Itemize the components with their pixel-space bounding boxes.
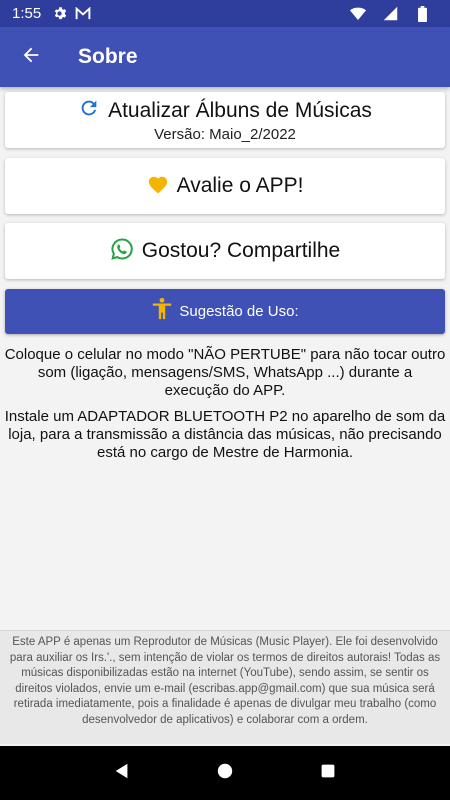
tip-do-not-disturb: Coloque o celular no modo "NÃO PERTUBE" …	[4, 346, 446, 399]
nav-recents-button[interactable]	[308, 753, 348, 793]
disclaimer-text: Este APP é apenas um Reprodutor de Músic…	[0, 630, 450, 744]
share-app-label: Gostou? Compartilhe	[141, 239, 341, 262]
signal-icon	[382, 6, 398, 22]
arrow-back-icon	[20, 44, 42, 71]
back-nav-icon	[113, 762, 131, 785]
accessibility-icon	[151, 297, 173, 326]
usage-suggestion-button[interactable]: Sugestão de Uso:	[5, 289, 445, 334]
wifi-icon	[350, 6, 366, 22]
rate-app-label: Avalie o APP!	[176, 174, 304, 197]
tip-bluetooth-adapter: Instale um ADAPTADOR BLUETOOTH P2 no apa…	[4, 408, 446, 461]
app-bar: Sobre	[0, 27, 450, 87]
battery-icon	[414, 5, 430, 22]
version-text: Versão: Maio_2/2022	[154, 126, 296, 143]
rate-app-button[interactable]: Avalie o APP!	[5, 158, 445, 214]
gear-icon	[51, 6, 67, 22]
heart-icon	[147, 174, 169, 199]
home-nav-icon	[216, 762, 234, 785]
refresh-icon	[78, 97, 100, 124]
update-albums-button[interactable]: Atualizar Álbuns de Músicas Versão: Maio…	[5, 92, 445, 148]
share-app-button[interactable]: Gostou? Compartilhe	[5, 223, 445, 279]
update-albums-label: Atualizar Álbuns de Músicas	[108, 98, 372, 122]
nav-home-button[interactable]	[205, 753, 245, 793]
nav-back-button[interactable]	[102, 753, 142, 793]
usage-suggestion-label: Sugestão de Uso:	[179, 303, 299, 320]
status-time: 1:55	[12, 5, 42, 22]
back-button[interactable]	[0, 27, 62, 87]
whatsapp-icon	[110, 237, 134, 266]
status-bar: 1:55	[0, 0, 450, 27]
system-nav-bar	[0, 746, 450, 800]
recents-nav-icon	[320, 763, 336, 784]
page-title: Sobre	[78, 45, 138, 68]
gmail-icon	[75, 6, 91, 22]
